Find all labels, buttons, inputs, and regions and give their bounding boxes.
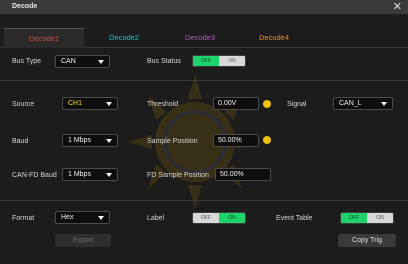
fd-sample-position-label: FD Sample Position: [147, 172, 209, 179]
tab-decode2[interactable]: Decode2: [84, 28, 164, 48]
format-value: Hex: [61, 214, 74, 221]
close-icon[interactable]: ✕: [393, 0, 402, 14]
chevron-down-icon: [106, 173, 112, 177]
canfd-baud-label: CAN-FD Baud: [12, 172, 57, 179]
chevron-down-icon: [381, 102, 387, 106]
bus-status-off: OFF: [193, 56, 219, 66]
section-divider: [0, 200, 408, 201]
source-label: Source: [12, 101, 35, 108]
threshold-input[interactable]: 0.00V: [213, 97, 259, 110]
event-table-on: ON: [367, 213, 393, 223]
bus-type-label: Bus Type: [12, 58, 42, 65]
title-bar: Decode ✕: [0, 0, 408, 14]
tab-decode1[interactable]: Decode1: [4, 28, 84, 48]
event-table-label: Event Table: [276, 215, 313, 222]
sample-position-label: Sample Position: [147, 138, 198, 145]
source-value: CH1: [68, 100, 83, 107]
source-select[interactable]: CH1: [62, 97, 118, 110]
decode-tabs: Decode1 Decode2 Decode3 Decode4: [0, 28, 408, 48]
sample-position-input[interactable]: 50.00%: [213, 134, 259, 147]
chevron-down-icon: [106, 139, 112, 143]
threshold-hint-icon[interactable]: [263, 100, 271, 108]
bus-status-toggle[interactable]: OFF ON: [192, 55, 246, 67]
bus-status-on: ON: [219, 56, 245, 66]
event-table-off: OFF: [341, 213, 367, 223]
baud-select[interactable]: 1 Mbps: [62, 134, 118, 147]
export-button[interactable]: Export: [55, 234, 111, 247]
baud-label: Baud: [12, 138, 29, 145]
label-off: OFF: [193, 213, 219, 223]
fd-sample-position-input[interactable]: 50.00%: [215, 168, 271, 181]
window-title: Decode: [12, 3, 38, 10]
bus-type-value: CAN: [61, 58, 76, 65]
signal-select[interactable]: CAN_L: [333, 97, 393, 110]
baud-value: 1 Mbps: [68, 137, 91, 144]
tab-decode4[interactable]: Decode4: [234, 28, 314, 48]
bus-type-select[interactable]: CAN: [55, 55, 110, 68]
bus-status-label: Bus Status: [147, 58, 181, 65]
chevron-down-icon: [106, 102, 112, 106]
chevron-down-icon: [98, 60, 104, 64]
sample-position-hint-icon[interactable]: [263, 136, 271, 144]
label-on: ON: [219, 213, 245, 223]
canfd-baud-value: 1 Mbps: [68, 171, 91, 178]
signal-value: CAN_L: [339, 100, 362, 107]
format-select[interactable]: Hex: [55, 211, 110, 224]
section-divider: [0, 80, 408, 81]
event-table-toggle[interactable]: OFF ON: [340, 212, 394, 224]
signal-label: Signal: [287, 101, 307, 108]
format-label: Format: [12, 215, 35, 222]
tab-decode3[interactable]: Decode3: [160, 28, 240, 48]
canfd-baud-select[interactable]: 1 Mbps: [62, 168, 118, 181]
label-toggle-label: Label: [147, 215, 165, 222]
copy-trig-button[interactable]: Copy Trig: [338, 234, 396, 247]
threshold-label: Threshold: [147, 101, 179, 108]
chevron-down-icon: [98, 216, 104, 220]
label-toggle[interactable]: OFF ON: [192, 212, 246, 224]
